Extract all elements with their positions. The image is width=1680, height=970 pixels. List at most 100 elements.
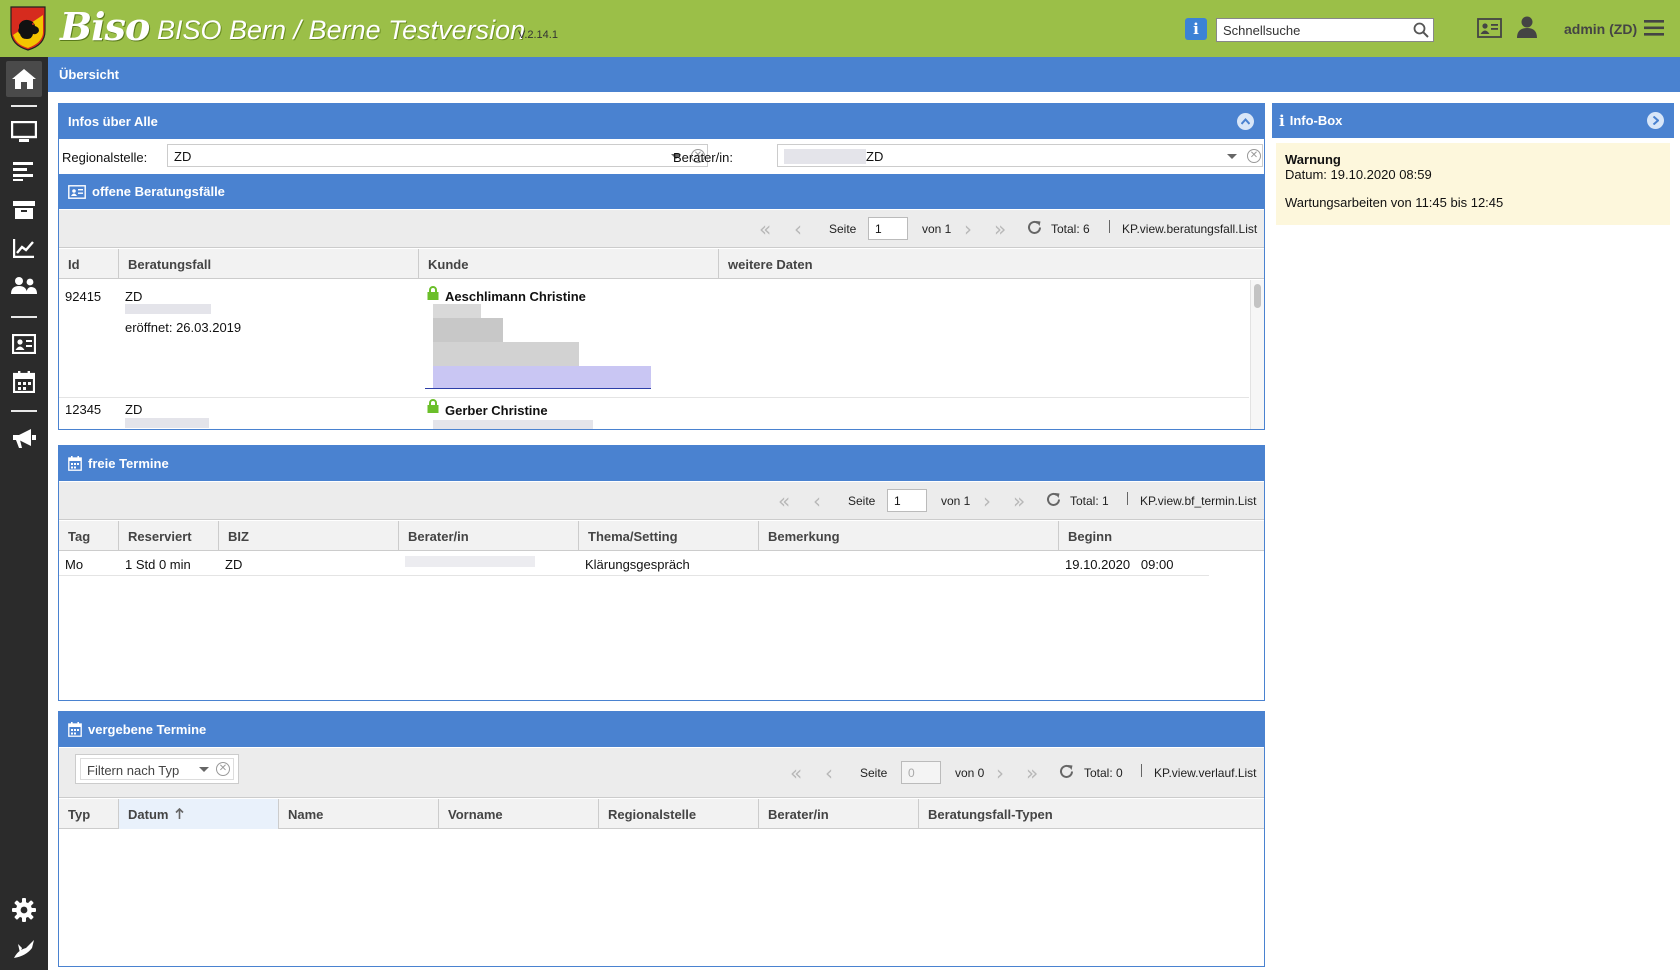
user-label[interactable]: admin (ZD) — [1564, 21, 1637, 37]
table-row[interactable]: 12345 ZD Gerber Christine — [59, 398, 1249, 429]
sidebar-item-monitor[interactable] — [8, 117, 40, 147]
redacted-link[interactable] — [433, 366, 651, 388]
refresh-icon[interactable] — [1045, 491, 1062, 508]
sidebar-item-list[interactable] — [8, 156, 40, 186]
page-input[interactable]: 0 — [901, 761, 941, 784]
column-header[interactable]: Thema/Setting — [579, 521, 759, 551]
next-page-icon[interactable]: › — [996, 761, 1004, 785]
column-header-sorted[interactable]: Datum — [119, 799, 279, 829]
row-thema: Klärungsgespräch — [585, 557, 690, 572]
info-box-panel: i Info-Box Warnung Datum: 19.10.2020 08:… — [1272, 103, 1674, 230]
calendar-icon — [68, 456, 82, 471]
total-count: Total: 6 — [1051, 222, 1090, 236]
chevron-down-icon[interactable] — [199, 767, 209, 772]
column-header[interactable]: Typ — [59, 799, 119, 829]
last-page-icon[interactable]: » — [1026, 761, 1038, 785]
freie-termine-pager: « ‹ Seite 1 von 1 › » Total: 1 KP.view.b… — [59, 482, 1264, 520]
regionalstelle-select[interactable]: ZD ✕ — [167, 144, 708, 167]
clear-icon[interactable]: ✕ — [1247, 149, 1261, 163]
next-page-icon[interactable]: › — [964, 217, 972, 241]
hamburger-menu-icon[interactable] — [1644, 19, 1664, 37]
row-kunde[interactable]: Gerber Christine — [445, 403, 548, 418]
column-header[interactable]: Vorname — [439, 799, 599, 829]
column-header[interactable]: Reserviert — [119, 521, 219, 551]
column-header[interactable]: Tag — [59, 521, 119, 551]
column-header[interactable]: weitere Daten — [719, 249, 1265, 279]
column-header[interactable]: Bemerkung — [759, 521, 1059, 551]
sidebar-item-settings[interactable] — [8, 895, 40, 925]
collapse-up-icon[interactable] — [1237, 113, 1254, 130]
sidebar-item-users[interactable] — [8, 271, 40, 301]
prev-page-icon[interactable]: ‹ — [813, 489, 821, 513]
chevron-down-icon[interactable] — [1227, 154, 1237, 159]
redacted-block — [433, 342, 579, 366]
column-header[interactable]: Id — [59, 249, 119, 279]
next-page-icon[interactable]: › — [983, 489, 991, 513]
prev-page-icon[interactable]: ‹ — [825, 761, 833, 785]
chevron-right-icon[interactable] — [1647, 112, 1664, 129]
total-count: Total: 1 — [1070, 494, 1109, 508]
lock-icon — [427, 286, 439, 300]
sort-ascending-icon[interactable] — [175, 807, 184, 820]
info-icon[interactable]: i — [1185, 18, 1207, 40]
row-kunde[interactable]: Aeschlimann Christine — [445, 289, 586, 304]
column-header[interactable]: Beginn — [1059, 521, 1265, 551]
sidebar-item-archive[interactable] — [8, 195, 40, 225]
last-page-icon[interactable]: » — [1013, 489, 1025, 513]
last-page-icon[interactable]: » — [994, 217, 1006, 241]
top-bar: Biso BISO Bern / Berne Testversion V.2.1… — [0, 0, 1680, 57]
column-header[interactable]: Beratungsfall-Typen — [919, 799, 1265, 829]
prev-page-icon[interactable]: ‹ — [794, 217, 802, 241]
sidebar-item-calendar[interactable] — [8, 367, 40, 397]
berater-value: ZD — [866, 149, 884, 164]
refresh-icon[interactable] — [1058, 763, 1075, 780]
column-header[interactable]: Kunde — [419, 249, 719, 279]
page-input[interactable]: 1 — [868, 217, 908, 240]
vergebene-termine-table-header: Typ Datum Name Vorname Regionalstelle Be… — [59, 799, 1264, 829]
column-header[interactable]: Beratungsfall — [119, 249, 419, 279]
search-icon[interactable] — [1413, 22, 1429, 38]
column-header[interactable]: Berater/in — [759, 799, 919, 829]
column-header[interactable]: Name — [279, 799, 439, 829]
row-id: 92415 — [65, 289, 102, 304]
filter-typ-select[interactable]: Filtern nach Typ ✕ — [75, 754, 239, 784]
sidebar-item-home[interactable] — [6, 61, 42, 97]
column-header[interactable]: Regionalstelle — [599, 799, 759, 829]
row-tag: Mo — [65, 557, 84, 572]
contact-card-icon[interactable] — [1477, 17, 1502, 39]
column-header[interactable]: Berater/in — [399, 521, 579, 551]
table-row[interactable]: 92415 ZD eröffnet: 26.03.2019 Aeschliman… — [59, 280, 1249, 397]
page-title: Übersicht — [59, 67, 119, 82]
regionalstelle-value: ZD — [174, 149, 192, 164]
first-page-icon[interactable]: « — [759, 217, 771, 241]
sidebar-item-announcements[interactable] — [8, 423, 40, 453]
sidebar-item-statistics[interactable] — [8, 233, 40, 263]
row-biz: ZD — [225, 557, 243, 572]
infos-panel: Infos über Alle Regionalstelle: ZD ✕ Ber… — [58, 103, 1265, 430]
id-card-icon — [12, 334, 36, 354]
scrollbar-thumb[interactable] — [1254, 284, 1261, 308]
page-header: Übersicht — [48, 57, 1680, 92]
column-header[interactable]: BIZ — [219, 521, 399, 551]
search-input[interactable] — [1217, 19, 1402, 41]
page-input[interactable]: 1 — [887, 489, 927, 512]
scrollbar[interactable] — [1250, 280, 1264, 429]
berater-select[interactable]: ZD ✕ — [777, 144, 1263, 167]
refresh-icon[interactable] — [1026, 219, 1043, 236]
first-page-icon[interactable]: « — [778, 489, 790, 513]
first-page-icon[interactable]: « — [790, 761, 802, 785]
sidebar-item-about[interactable] — [8, 933, 40, 963]
clear-icon[interactable]: ✕ — [216, 762, 230, 776]
logo-icon — [14, 940, 34, 958]
row-code: ZD — [125, 289, 143, 304]
table-row[interactable]: Mo 1 Std 0 min ZD Klärungsgespräch 19.10… — [59, 552, 1209, 576]
view-name: KP.view.beratungsfall.List — [1122, 222, 1258, 236]
seite-label: Seite — [848, 494, 876, 508]
sidebar-item-contacts[interactable] — [8, 329, 40, 359]
quick-search[interactable] — [1216, 18, 1434, 42]
monitor-icon — [11, 121, 37, 142]
page-count: von 1 — [922, 222, 952, 236]
user-icon[interactable] — [1516, 15, 1538, 39]
redacted-block — [125, 418, 209, 428]
row-opened: eröffnet: 26.03.2019 — [125, 320, 242, 335]
